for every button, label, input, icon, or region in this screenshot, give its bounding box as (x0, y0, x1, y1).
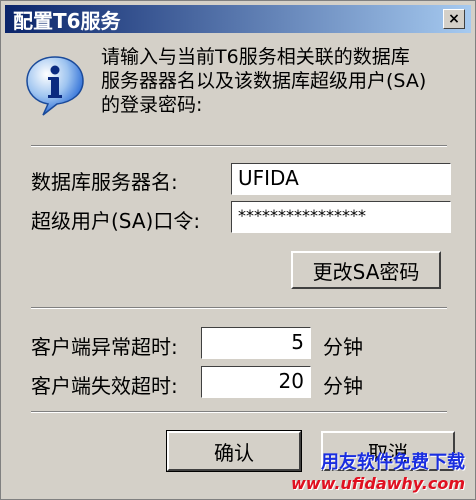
description-text: 请输入与当前T6服务相关联的数据库 服务器器名以及该数据库超级用户(SA) 的登… (101, 45, 451, 117)
description-line: 的登录密码: (101, 94, 203, 116)
ok-button[interactable]: 确认 (166, 430, 302, 472)
sa-password-input[interactable]: **************** (231, 201, 451, 233)
invalid-timeout-unit: 分钟 (323, 374, 363, 398)
invalid-timeout-label: 客户端失效超时: (31, 374, 178, 398)
exception-timeout-input[interactable]: 5 (201, 327, 311, 359)
separator (31, 411, 447, 413)
watermark-url: www.ufidawhy.com (291, 474, 465, 493)
invalid-timeout-input[interactable]: 20 (201, 366, 311, 398)
description-line: 请输入与当前T6服务相关联的数据库 (101, 46, 410, 68)
description-line: 服务器器名以及该数据库超级用户(SA) (101, 70, 427, 92)
db-server-label: 数据库服务器名: (31, 170, 178, 194)
db-server-input[interactable]: UFIDA (231, 163, 451, 195)
close-button[interactable]: × (443, 9, 465, 29)
exception-timeout-unit: 分钟 (323, 335, 363, 359)
title-bar: 配置T6服务 × (5, 5, 471, 33)
close-icon: × (448, 11, 460, 27)
info-icon (26, 56, 84, 116)
change-sa-password-button[interactable]: 更改SA密码 (291, 251, 441, 289)
window-title: 配置T6服务 (13, 8, 121, 33)
separator (31, 145, 447, 147)
watermark: 用友软件免费下载 www.ufidawhy.com (291, 448, 465, 493)
exception-timeout-label: 客户端异常超时: (31, 335, 178, 359)
watermark-cn: 用友软件免费下载 (321, 452, 465, 473)
config-t6-dialog: 配置T6服务 × 请输入与当前T6服务相关联的数据库 服务器器名以及该数据库超级… (0, 0, 476, 500)
sa-password-label: 超级用户(SA)口令: (31, 209, 201, 233)
separator (31, 307, 447, 309)
